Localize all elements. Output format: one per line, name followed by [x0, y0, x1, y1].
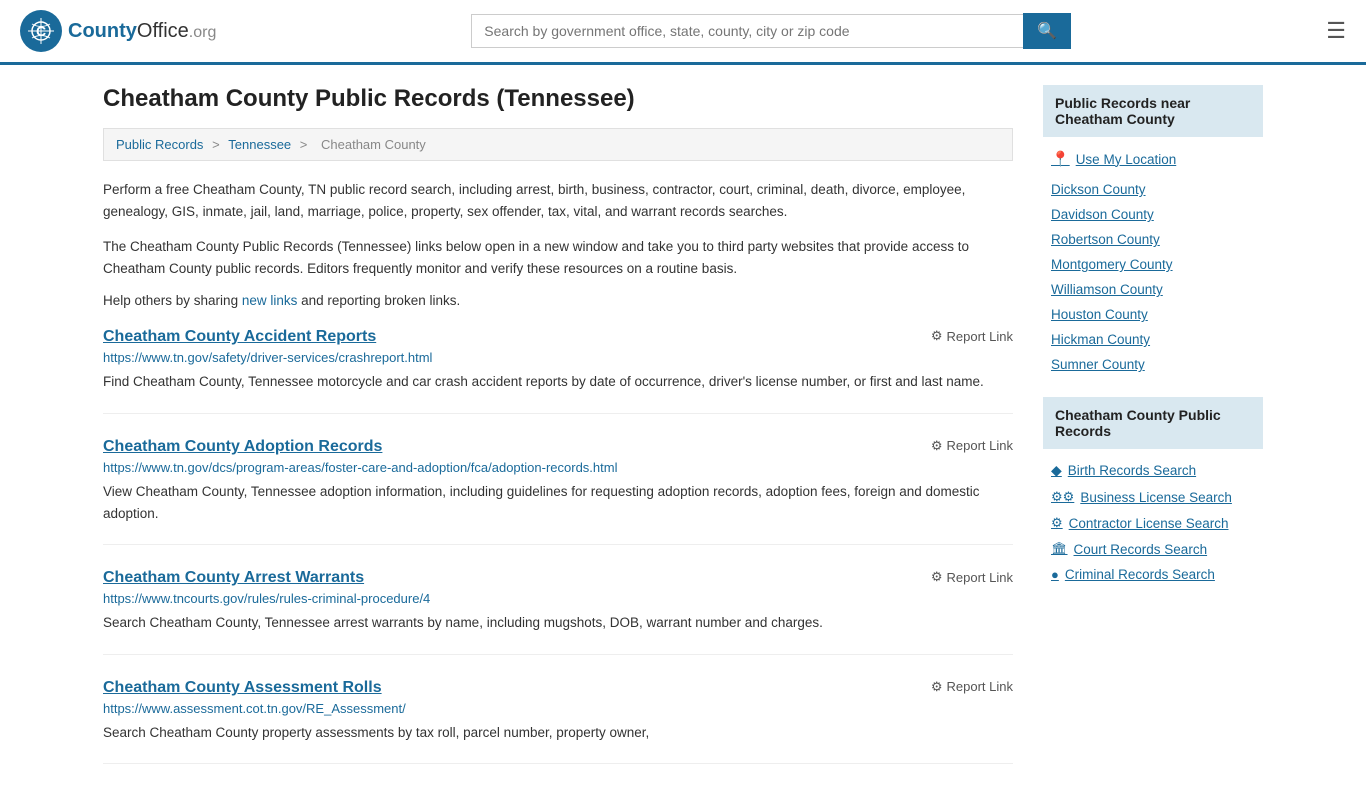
- breadcrumb-sep2: >: [300, 137, 311, 152]
- public-records-sidebar-header: Cheatham County Public Records: [1043, 397, 1263, 449]
- sidebar-public-record-link[interactable]: ⚙ Contractor License Search: [1043, 510, 1263, 536]
- record-title[interactable]: Cheatham County Arrest Warrants: [103, 569, 364, 587]
- record-header: Cheatham County Accident Reports ⚙ Repor…: [103, 328, 1013, 346]
- hamburger-menu-icon[interactable]: ☰: [1326, 18, 1346, 44]
- use-my-location[interactable]: 📍 Use My Location: [1043, 145, 1263, 173]
- sidebar-link-label: Business License Search: [1080, 490, 1232, 505]
- sidebar-nearby-county[interactable]: Montgomery County: [1043, 252, 1263, 277]
- record-item: Cheatham County Adoption Records ⚙ Repor…: [103, 438, 1013, 545]
- sidebar-public-record-link[interactable]: ⚙⚙ Business License Search: [1043, 484, 1263, 510]
- public-records-links-list: ◆ Birth Records Search ⚙⚙ Business License …: [1043, 457, 1263, 587]
- breadcrumb-tennessee[interactable]: Tennessee: [228, 137, 291, 152]
- breadcrumb-public-records[interactable]: Public Records: [116, 137, 203, 152]
- logo-text: CountyOffice.org: [68, 20, 216, 43]
- search-button[interactable]: 🔍: [1023, 13, 1071, 49]
- report-link-btn[interactable]: ⚙ Report Link: [931, 679, 1013, 695]
- report-link-btn[interactable]: ⚙ Report Link: [931, 569, 1013, 585]
- record-url[interactable]: https://www.tn.gov/safety/driver-service…: [103, 350, 1013, 365]
- gears-icon: ⚙⚙: [1051, 489, 1074, 505]
- record-url[interactable]: https://www.tn.gov/dcs/program-areas/fos…: [103, 460, 1013, 475]
- record-description: Find Cheatham County, Tennessee motorcyc…: [103, 371, 1013, 393]
- share-after: and reporting broken links.: [301, 293, 460, 308]
- records-list: Cheatham County Accident Reports ⚙ Repor…: [103, 328, 1013, 764]
- secondary-description: The Cheatham County Public Records (Tenn…: [103, 236, 1013, 279]
- report-label: Report Link: [947, 679, 1013, 694]
- sidebar: Public Records near Cheatham County 📍 Us…: [1043, 85, 1263, 788]
- sidebar-nearby-county[interactable]: Davidson County: [1043, 202, 1263, 227]
- logo-area[interactable]: C CountyOffice.org: [20, 10, 216, 52]
- report-label: Report Link: [947, 570, 1013, 585]
- breadcrumb-county: Cheatham County: [321, 137, 426, 152]
- sidebar-public-record-link[interactable]: ◆ Birth Records Search: [1043, 457, 1263, 484]
- share-before: Help others by sharing: [103, 293, 242, 308]
- report-icon: ⚙: [931, 438, 943, 454]
- record-item: Cheatham County Accident Reports ⚙ Repor…: [103, 328, 1013, 414]
- sidebar-link-label: Birth Records Search: [1068, 463, 1196, 478]
- page-title: Cheatham County Public Records (Tennesse…: [103, 85, 1013, 113]
- search-input[interactable]: [471, 14, 1023, 48]
- sidebar-public-record-link[interactable]: ● Criminal Records Search: [1043, 562, 1263, 587]
- report-link-btn[interactable]: ⚙ Report Link: [931, 328, 1013, 344]
- breadcrumb-sep1: >: [212, 137, 223, 152]
- record-icon: ●: [1051, 567, 1059, 582]
- breadcrumb: Public Records > Tennessee > Cheatham Co…: [103, 128, 1013, 161]
- sidebar-nearby-county[interactable]: Robertson County: [1043, 227, 1263, 252]
- report-icon: ⚙: [931, 569, 943, 585]
- content-area: Cheatham County Public Records (Tennesse…: [103, 85, 1013, 788]
- record-url[interactable]: https://www.assessment.cot.tn.gov/RE_Ass…: [103, 701, 1013, 716]
- sidebar-public-record-link[interactable]: 🏛 Court Records Search: [1043, 536, 1263, 562]
- nearby-header: Public Records near Cheatham County: [1043, 85, 1263, 137]
- record-item: Cheatham County Assessment Rolls ⚙ Repor…: [103, 679, 1013, 765]
- report-label: Report Link: [947, 329, 1013, 344]
- record-item: Cheatham County Arrest Warrants ⚙ Report…: [103, 569, 1013, 655]
- record-description: Search Cheatham County, Tennessee arrest…: [103, 612, 1013, 634]
- record-description: Search Cheatham County property assessme…: [103, 722, 1013, 744]
- logo-icon: C: [20, 10, 62, 52]
- site-header: C CountyOffice.org 🔍 ☰: [0, 0, 1366, 65]
- intro-description: Perform a free Cheatham County, TN publi…: [103, 179, 1013, 222]
- sidebar-link-label: Criminal Records Search: [1065, 567, 1215, 582]
- report-icon: ⚙: [931, 328, 943, 344]
- person-icon: ◆: [1051, 462, 1062, 479]
- sidebar-nearby-county[interactable]: Houston County: [1043, 302, 1263, 327]
- report-icon: ⚙: [931, 679, 943, 695]
- record-title[interactable]: Cheatham County Accident Reports: [103, 328, 376, 346]
- nearby-counties-list: Dickson CountyDavidson CountyRobertson C…: [1043, 177, 1263, 377]
- main-container: Cheatham County Public Records (Tennesse…: [83, 65, 1283, 808]
- record-description: View Cheatham County, Tennessee adoption…: [103, 481, 1013, 524]
- location-pin-icon: 📍: [1051, 150, 1070, 168]
- sidebar-nearby-county[interactable]: Williamson County: [1043, 277, 1263, 302]
- record-header: Cheatham County Arrest Warrants ⚙ Report…: [103, 569, 1013, 587]
- building-icon: 🏛: [1051, 541, 1068, 557]
- record-header: Cheatham County Assessment Rolls ⚙ Repor…: [103, 679, 1013, 697]
- record-title[interactable]: Cheatham County Adoption Records: [103, 438, 382, 456]
- sidebar-nearby-county[interactable]: Hickman County: [1043, 327, 1263, 352]
- share-text: Help others by sharing new links and rep…: [103, 293, 1013, 308]
- sidebar-link-label: Court Records Search: [1074, 542, 1208, 557]
- sidebar-nearby-county[interactable]: Sumner County: [1043, 352, 1263, 377]
- report-link-btn[interactable]: ⚙ Report Link: [931, 438, 1013, 454]
- public-records-section: Cheatham County Public Records ◆ Birth Re…: [1043, 397, 1263, 587]
- new-links[interactable]: new links: [242, 293, 298, 308]
- sidebar-nearby-county[interactable]: Dickson County: [1043, 177, 1263, 202]
- sidebar-link-label: Contractor License Search: [1069, 516, 1229, 531]
- nearby-section: Public Records near Cheatham County 📍 Us…: [1043, 85, 1263, 377]
- search-area: 🔍: [471, 13, 1071, 49]
- record-title[interactable]: Cheatham County Assessment Rolls: [103, 679, 382, 697]
- use-location-label: Use My Location: [1076, 152, 1177, 167]
- gear-icon: ⚙: [1051, 515, 1063, 531]
- record-url[interactable]: https://www.tncourts.gov/rules/rules-cri…: [103, 591, 1013, 606]
- report-label: Report Link: [947, 438, 1013, 453]
- record-header: Cheatham County Adoption Records ⚙ Repor…: [103, 438, 1013, 456]
- search-icon: 🔍: [1037, 23, 1057, 40]
